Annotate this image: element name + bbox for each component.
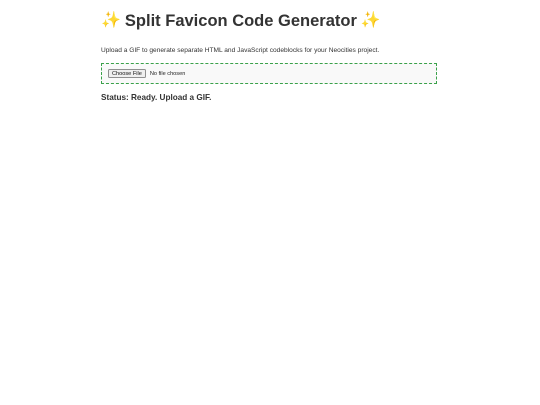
page-title: ✨ Split Favicon Code Generator ✨ bbox=[101, 11, 439, 31]
sparkle-icon: ✨ bbox=[360, 12, 381, 29]
file-upload-area: Choose File No file chosen bbox=[101, 63, 437, 84]
page-description: Upload a GIF to generate separate HTML a… bbox=[101, 47, 380, 54]
file-status-text: No file chosen bbox=[149, 70, 186, 77]
choose-file-button[interactable]: Choose File bbox=[108, 69, 146, 78]
sparkle-icon: ✨ bbox=[101, 12, 121, 29]
status-message: Status: Ready. Upload a GIF. bbox=[101, 93, 212, 102]
page-title-text: Split Favicon Code Generator bbox=[124, 12, 357, 30]
page-container: ✨ Split Favicon Code Generator ✨ Upload … bbox=[101, 0, 439, 103]
